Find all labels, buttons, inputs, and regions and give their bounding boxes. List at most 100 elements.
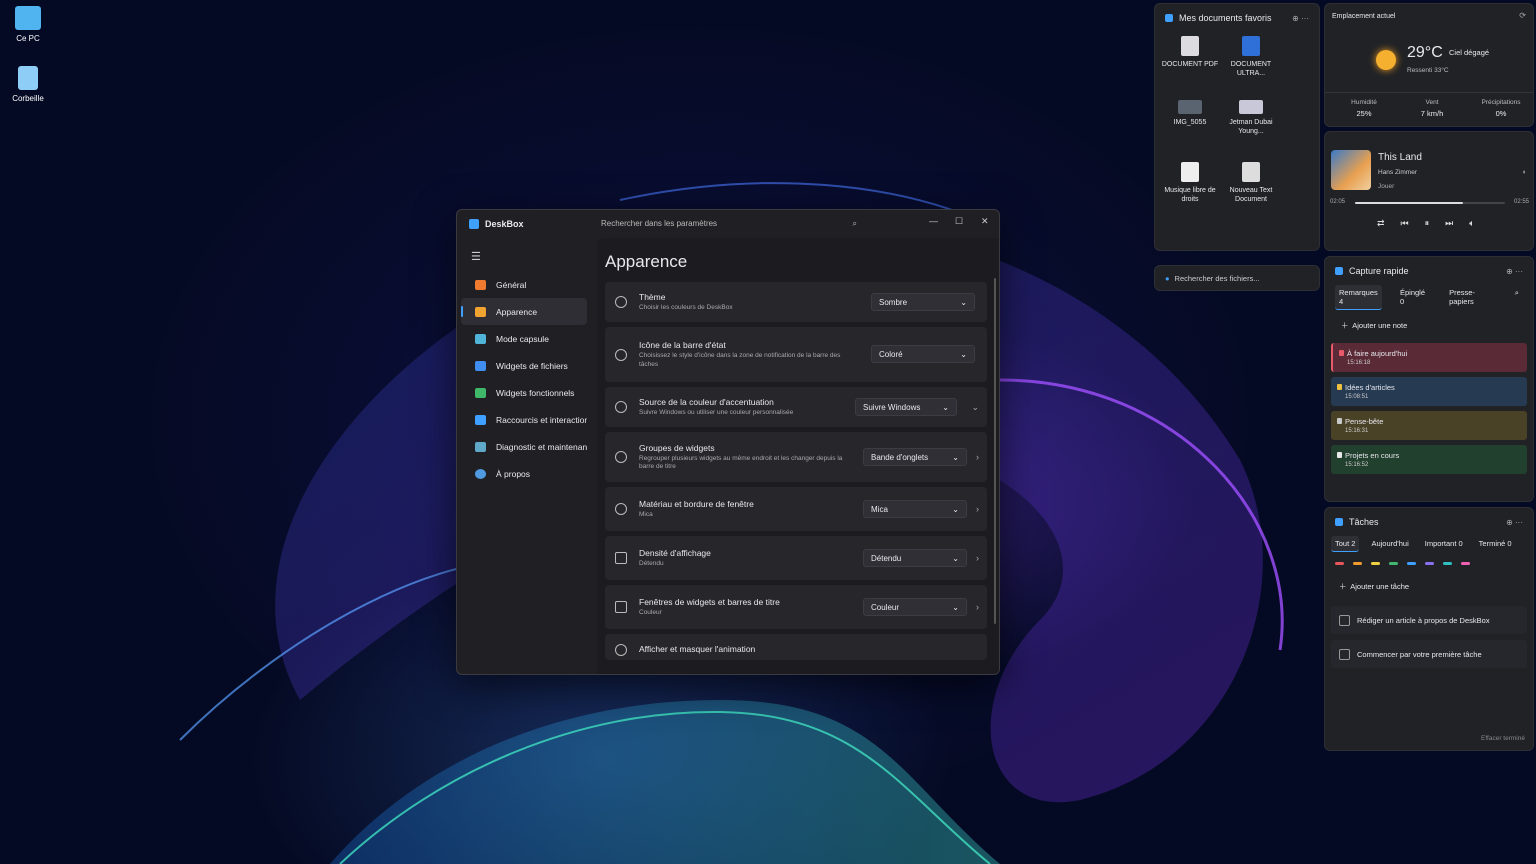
chevron-right-icon[interactable]: › (976, 504, 979, 514)
gear-icon (615, 348, 627, 361)
setting-row-accent-source[interactable]: Source de la couleur d'accentuation Suivr… (605, 387, 987, 427)
sidebar-item-file-widgets[interactable]: Widgets de fichiers (461, 352, 587, 379)
speaker-icon[interactable]: 🔈︎ (1469, 218, 1474, 229)
more-options-icon[interactable]: ⊕ ··· (1506, 267, 1523, 276)
send-icon (475, 414, 486, 425)
note-card[interactable]: Pense-bête 15:16:31 (1331, 411, 1527, 440)
note-card[interactable]: Projets en cours 15:16:52 (1331, 445, 1527, 474)
title-bar[interactable]: DeskBox Rechercher dans les paramètres ⌕… (457, 210, 999, 238)
progress-slider[interactable] (1355, 202, 1505, 204)
note-card[interactable]: Idées d'articles 15:08:51 (1331, 377, 1527, 406)
widget-groups-dropdown[interactable]: Bande d'onglets ⌄ (863, 448, 967, 466)
settings-search-input[interactable]: Rechercher dans les paramètres ⌕ (595, 215, 863, 233)
favorite-doc[interactable]: Nouveau Text Document (1222, 162, 1280, 204)
sidebar-item-capsule-mode[interactable]: Mode capsule (461, 325, 587, 352)
setting-row-theme[interactable]: Thème Choisir les couleurs de DeskBox Som… (605, 282, 987, 322)
previous-icon[interactable]: ⏮ (1401, 218, 1409, 229)
task-checkbox[interactable] (1339, 614, 1350, 626)
color-filter-dot[interactable] (1425, 562, 1434, 565)
checklist-icon (1335, 518, 1343, 526)
chevron-right-icon[interactable]: › (976, 452, 979, 462)
track-artist: Hans Zimmer (1378, 169, 1418, 176)
search-icon[interactable]: ⌕ (1511, 285, 1523, 310)
setting-row-animation[interactable]: Afficher et masquer l'animation (605, 634, 987, 660)
theme-dropdown[interactable]: Sombre ⌄ (871, 293, 975, 311)
refresh-icon[interactable]: ⟳ (1519, 11, 1526, 20)
scrollbar[interactable] (994, 278, 996, 624)
favorite-doc[interactable]: Musique libre de droits (1161, 162, 1219, 204)
feels-like: Ressenti 33°C (1407, 67, 1449, 74)
music-widget: This Land Hans Zimmer Jouer ◖ 02:05 02:5… (1324, 131, 1534, 251)
tab-all[interactable]: Tout 2 (1331, 536, 1360, 552)
expand-chevron-icon[interactable]: ⌄ (971, 402, 979, 413)
setting-row-tray-icon[interactable]: Icône de la barre d'état Choisissez le st… (605, 327, 987, 382)
desktop-icon-this-pc[interactable]: Ce PC (0, 6, 56, 43)
more-options-icon[interactable]: ⊕ ··· (1506, 518, 1523, 527)
titlebar-color-dropdown[interactable]: Couleur ⌄ (863, 598, 967, 616)
accent-source-dropdown[interactable]: Suivre Windows ⌄ (855, 398, 957, 416)
tab-notes[interactable]: Remarques 4 (1335, 285, 1382, 310)
file-search-input[interactable]: ● Rechercher des fichiers... (1154, 265, 1320, 291)
favorite-doc[interactable]: DOCUMENT ULTRA... (1222, 36, 1280, 78)
total-time: 02:55 (1513, 199, 1529, 205)
sidebar-item-appearance[interactable]: Apparence (461, 298, 587, 325)
sidebar-item-about[interactable]: À propos (461, 460, 587, 487)
chevron-down-icon: ⌄ (952, 452, 959, 462)
color-filter-dot[interactable] (1443, 562, 1452, 565)
next-icon[interactable]: ⏭ (1445, 218, 1453, 229)
more-options-icon[interactable]: ⊕ ··· (1292, 14, 1309, 23)
chevron-right-icon[interactable]: › (976, 553, 979, 563)
color-filter-dot[interactable] (1353, 562, 1362, 565)
tab-clipboard[interactable]: Presse-papiers (1445, 285, 1497, 310)
weather-widget: Emplacement actuel ⟳ 29°C Ciel dégagé Re… (1324, 3, 1534, 127)
task-checkbox[interactable] (1339, 648, 1350, 660)
tray-icon-dropdown[interactable]: Coloré ⌄ (871, 345, 975, 363)
lightbulb-icon (1337, 384, 1342, 390)
setting-row-widget-windows[interactable]: Fenêtres de widgets et barres de titre Co… (605, 585, 987, 629)
setting-row-display-density[interactable]: Densité d'affichage Détendu Détendu ⌄ › (605, 536, 987, 580)
chevron-down-icon: ⌄ (952, 553, 959, 563)
setting-row-widget-groups[interactable]: Groupes de widgets Regrouper plusieurs wi… (605, 432, 987, 482)
image-file-icon (1178, 100, 1202, 114)
sidebar-item-general[interactable]: Général (461, 271, 587, 298)
color-filter-dot[interactable] (1407, 562, 1416, 565)
sidebar-item-functional-widgets[interactable]: Widgets fonctionnels (461, 379, 587, 406)
desktop-icon-recycle-bin[interactable]: Corbeille (0, 66, 56, 103)
image-file-icon (1239, 100, 1263, 114)
precipitation-stat: Précipitations 0% (1481, 99, 1521, 118)
note-card[interactable]: À faire aujourd'hui 15:16:18 (1331, 343, 1527, 372)
tab-pinned[interactable]: Épinglé 0 (1396, 285, 1431, 310)
sidebar-item-shortcuts[interactable]: Raccourcis et interactions (461, 406, 587, 433)
density-dropdown[interactable]: Détendu ⌄ (863, 549, 967, 567)
material-dropdown[interactable]: Mica ⌄ (863, 500, 967, 518)
palette-icon (615, 296, 627, 308)
volume-icon[interactable]: ◖ (1522, 169, 1526, 176)
favorite-doc[interactable]: IMG_5055 (1161, 100, 1219, 127)
tab-done[interactable]: Terminé 0 (1475, 536, 1516, 552)
shuffle-icon[interactable]: ⇄ (1377, 218, 1385, 229)
clear-done-button[interactable]: Effacer terminé (1481, 735, 1525, 742)
task-item[interactable]: Commencer par votre première tâche (1331, 640, 1527, 668)
sidebar-item-diagnostics[interactable]: Diagnostic et maintenance (461, 433, 587, 460)
tab-important[interactable]: Important 0 (1421, 536, 1467, 552)
maximize-button[interactable]: ☐ (955, 216, 963, 227)
add-task-button[interactable]: ＋ Ajouter une tâche (1339, 581, 1533, 592)
tab-today[interactable]: Aujourd'hui (1367, 536, 1412, 552)
setting-row-window-material[interactable]: Matériau et bordure de fenêtre Mica Mica ⌄… (605, 487, 987, 531)
tasks-widget: Tâches ⊕ ··· Tout 2 Aujourd'hui Important… (1324, 507, 1534, 751)
close-button[interactable]: ✕ (981, 216, 989, 227)
task-item[interactable]: Rédiger un article à propos de DeskBox (1331, 606, 1527, 634)
chevron-right-icon[interactable]: › (976, 602, 979, 612)
color-filter-dot[interactable] (1461, 562, 1470, 565)
favorite-doc[interactable]: DOCUMENT PDF (1161, 36, 1219, 69)
pause-icon[interactable]: ⏸ (1425, 218, 1430, 229)
music-file-icon (1181, 162, 1199, 182)
color-filter-dot[interactable] (1371, 562, 1380, 565)
favorite-doc[interactable]: Jetman Dubai Young... (1222, 100, 1280, 136)
color-filter-dot[interactable] (1389, 562, 1398, 565)
color-filter-dot[interactable] (1335, 562, 1344, 565)
star-icon (475, 306, 486, 317)
hamburger-menu-icon[interactable]: ☰ (471, 250, 591, 263)
minimize-button[interactable]: — (929, 216, 938, 226)
add-note-button[interactable]: ＋ Ajouter une note (1341, 320, 1533, 331)
